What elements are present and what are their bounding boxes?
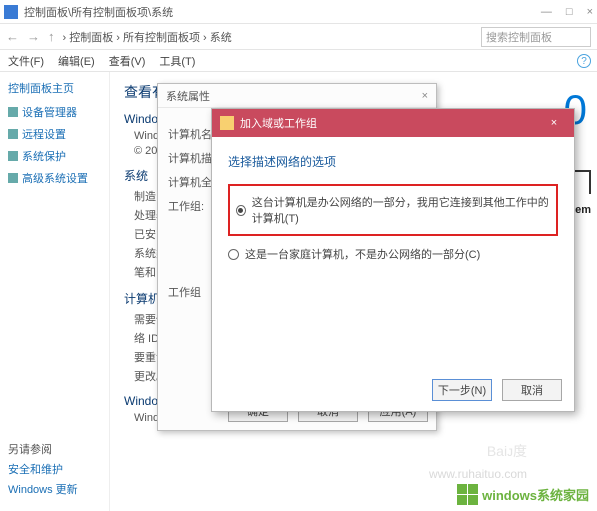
- sidebar-item-label: 远程设置: [22, 126, 66, 142]
- radio-icon: [228, 249, 239, 260]
- option-label: 这是一台家庭计算机，不是办公网络的一部分(C): [245, 246, 480, 262]
- radio-icon: [236, 205, 246, 216]
- join-domain-wizard-dialog: 加入域或工作组 × 选择描述网络的选项 这台计算机是办公网络的一部分，我用它连接…: [211, 108, 575, 412]
- option-office-network[interactable]: 这台计算机是办公网络的一部分，我用它连接到其他工作中的计算机(T): [236, 194, 550, 226]
- option-home-computer[interactable]: 这是一台家庭计算机，不是办公网络的一部分(C): [228, 246, 558, 262]
- close-button[interactable]: ×: [587, 6, 593, 18]
- back-button[interactable]: ←: [6, 29, 19, 44]
- site-logo: windows系统家园: [457, 484, 589, 505]
- sidebar-item-label: 设备管理器: [22, 104, 77, 120]
- wizard-icon: [220, 116, 234, 130]
- next-button[interactable]: 下一步(N): [432, 379, 492, 401]
- search-input[interactable]: 搜索控制面板: [481, 27, 591, 47]
- control-panel-home-link[interactable]: 控制面板主页: [8, 80, 101, 96]
- menu-view[interactable]: 查看(V): [109, 53, 146, 69]
- window-title: 控制面板\所有控制面板项\系统: [24, 4, 173, 20]
- menu-tools[interactable]: 工具(T): [159, 53, 195, 69]
- sidebar-item-label: 高级系统设置: [22, 170, 88, 186]
- sidebar-item-device-manager[interactable]: 设备管理器: [8, 104, 101, 120]
- window-titlebar: 控制面板\所有控制面板项\系统 — □ ×: [0, 0, 597, 24]
- forward-button[interactable]: →: [27, 29, 40, 44]
- see-also-header: 另请参阅: [8, 441, 78, 457]
- site-logo-text: windows系统家园: [482, 485, 589, 504]
- dialog-close-icon[interactable]: ×: [422, 90, 428, 102]
- menu-bar: 文件(F) 编辑(E) 查看(V) 工具(T): [0, 50, 597, 72]
- sidebar-item-advanced[interactable]: 高级系统设置: [8, 170, 101, 186]
- maximize-button[interactable]: □: [566, 6, 573, 18]
- cancel-button[interactable]: 取消: [502, 379, 562, 401]
- help-icon[interactable]: ?: [577, 54, 591, 68]
- sidebar-item-protection[interactable]: 系统保护: [8, 148, 101, 164]
- dialog-title: 系统属性: [166, 88, 210, 104]
- menu-file[interactable]: 文件(F): [8, 53, 44, 69]
- watermark-baidu: Baiᴊ度: [487, 441, 527, 461]
- minimize-button[interactable]: —: [541, 6, 552, 18]
- sidebar-item-label: 系统保护: [22, 148, 66, 164]
- dialog-title: 加入域或工作组: [240, 115, 317, 131]
- link-windows-update[interactable]: Windows 更新: [8, 481, 78, 497]
- wizard-prompt: 选择描述网络的选项: [228, 153, 558, 170]
- highlight-box: 这台计算机是办公网络的一部分，我用它连接到其他工作中的计算机(T): [228, 184, 558, 236]
- app-icon: [4, 5, 18, 19]
- windows-logo-icon: [457, 484, 478, 505]
- menu-edit[interactable]: 编辑(E): [58, 53, 95, 69]
- left-sidebar: 控制面板主页 设备管理器 远程设置 系统保护 高级系统设置 另请参阅 安全和维护…: [0, 72, 110, 511]
- option-label: 这台计算机是办公网络的一部分，我用它连接到其他工作中的计算机(T): [252, 194, 550, 226]
- nav-toolbar: ← → ↑ › 控制面板 › 所有控制面板项 › 系统 搜索控制面板: [0, 24, 597, 50]
- link-security[interactable]: 安全和维护: [8, 461, 78, 477]
- breadcrumb[interactable]: › 控制面板 › 所有控制面板项 › 系统: [63, 29, 474, 45]
- dialog-close-icon[interactable]: ×: [542, 117, 566, 129]
- up-button[interactable]: ↑: [48, 29, 55, 44]
- sidebar-item-remote[interactable]: 远程设置: [8, 126, 101, 142]
- watermark-url: www.ruhaituo.com: [429, 467, 527, 481]
